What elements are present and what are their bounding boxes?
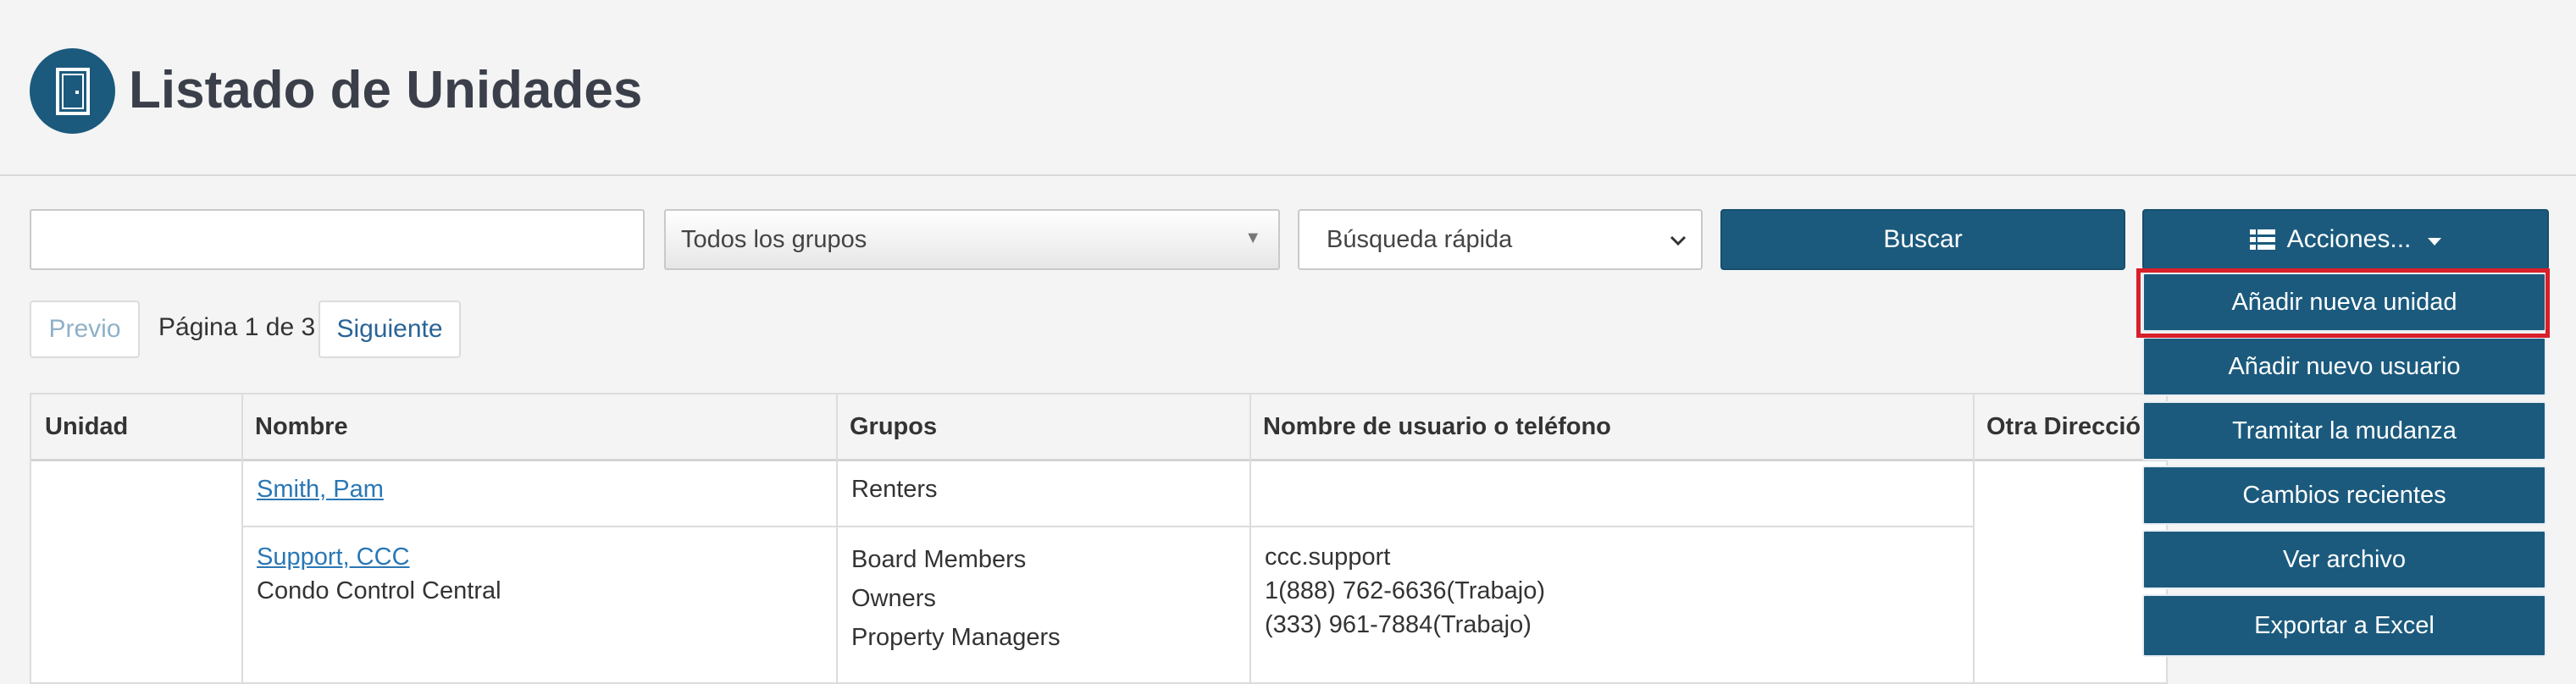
column-header-groups[interactable]: Grupos	[836, 394, 1249, 459]
phone-number: 1(888) 762-6636(Trabajo)	[1265, 577, 1546, 604]
menu-item-view-archive[interactable]: Ver archivo	[2142, 530, 2546, 589]
chevron-down-icon	[1670, 235, 1687, 246]
table-header: Unidad Nombre Grupos Nombre de usuario o…	[31, 394, 2166, 461]
menu-item-label: Añadir nuevo usuario	[2228, 352, 2461, 380]
menu-item-process-move[interactable]: Tramitar la mudanza	[2142, 401, 2546, 461]
column-header-contact[interactable]: Nombre de usuario o teléfono	[1249, 394, 1973, 459]
page-header: Listado de Unidades	[0, 0, 2576, 176]
group-select[interactable]: Todos los grupos ▼	[664, 209, 1280, 270]
page-info: Página 1 de 3	[158, 313, 316, 341]
previous-page-label: Previo	[48, 315, 121, 343]
user-name-link[interactable]: Smith, Pam	[257, 472, 384, 506]
quick-search-value: Búsqueda rápida	[1327, 225, 1513, 253]
previous-page-button[interactable]: Previo	[30, 301, 140, 358]
quick-search-select[interactable]: Búsqueda rápida	[1298, 209, 1703, 270]
row-divider	[241, 526, 1973, 527]
company-name: Condo Control Central	[257, 577, 501, 604]
menu-item-label: Exportar a Excel	[2254, 611, 2435, 639]
group-select-value: Todos los grupos	[681, 225, 867, 253]
username: ccc.support	[1265, 543, 1391, 571]
column-divider	[1973, 394, 1975, 682]
user-name-link[interactable]: Support, CCC	[257, 540, 410, 574]
column-header-name[interactable]: Nombre	[241, 394, 836, 459]
dropdown-arrow-icon: ▼	[1244, 229, 1261, 247]
column-header-other-address[interactable]: Otra Dirección	[1973, 394, 2168, 459]
next-page-button[interactable]: Siguiente	[319, 301, 461, 358]
group-label: Owners	[851, 585, 936, 612]
group-label: Property Managers	[851, 624, 1061, 651]
menu-item-recent-changes[interactable]: Cambios recientes	[2142, 466, 2546, 525]
menu-item-label: Ver archivo	[2282, 545, 2407, 573]
menu-item-add-unit[interactable]: Añadir nueva unidad	[2142, 273, 2546, 332]
page-title: Listado de Unidades	[129, 61, 643, 119]
group-label: Board Members	[851, 546, 1027, 573]
column-divider	[1249, 394, 1251, 682]
door-icon	[30, 48, 115, 134]
search-button[interactable]: Buscar	[1720, 209, 2125, 270]
column-header-unit[interactable]: Unidad	[31, 394, 241, 459]
search-input[interactable]	[30, 209, 645, 270]
actions-button-label: Acciones...	[2286, 225, 2412, 253]
menu-item-label: Añadir nueva unidad	[2231, 288, 2457, 316]
units-table: Unidad Nombre Grupos Nombre de usuario o…	[30, 393, 2168, 684]
menu-item-label: Cambios recientes	[2242, 481, 2446, 509]
menu-item-add-user[interactable]: Añadir nuevo usuario	[2142, 337, 2546, 396]
menu-item-label: Tramitar la mudanza	[2232, 416, 2457, 444]
list-icon	[2249, 229, 2275, 250]
next-page-label: Siguiente	[336, 315, 443, 343]
search-button-label: Buscar	[1883, 225, 1963, 253]
column-divider	[241, 394, 243, 682]
group-label: Renters	[851, 476, 938, 503]
column-divider	[836, 394, 838, 682]
phone-number: (333) 961-7884(Trabajo)	[1265, 611, 1532, 638]
caret-down-icon	[2428, 237, 2442, 245]
actions-button[interactable]: Acciones...	[2142, 209, 2549, 270]
menu-item-export-excel[interactable]: Exportar a Excel	[2142, 594, 2546, 657]
